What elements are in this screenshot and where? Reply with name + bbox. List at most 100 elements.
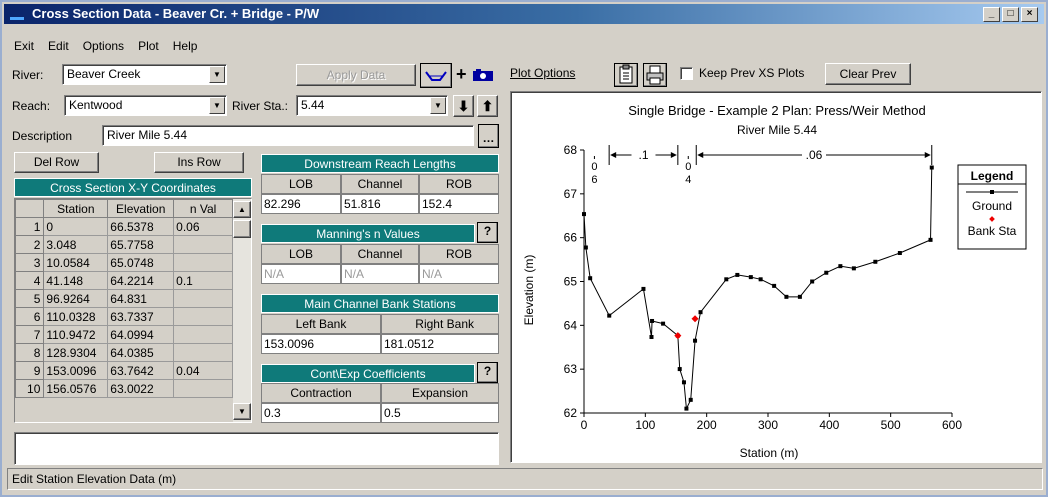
station-cell[interactable]: 3.048	[43, 235, 109, 254]
coeff-help-button[interactable]: ?	[477, 362, 498, 383]
copy-clipboard-icon[interactable]	[614, 63, 638, 87]
next-station-up-icon[interactable]: ⬆	[477, 95, 498, 117]
expansion-header: Expansion	[381, 383, 499, 403]
elevation-cell[interactable]: 64.0994	[107, 325, 175, 344]
scroll-down-icon[interactable]: ▼	[233, 403, 251, 420]
expansion-input[interactable]: 0.5	[381, 403, 499, 423]
nval-cell[interactable]: 0.06	[173, 217, 233, 236]
elevation-cell[interactable]: 65.0748	[107, 253, 175, 272]
ground-point	[810, 279, 815, 284]
nval-cell[interactable]	[173, 253, 233, 272]
elevation-cell[interactable]: 63.7642	[107, 361, 175, 380]
downstream-rob-input[interactable]: 152.4	[419, 194, 499, 214]
station-cell[interactable]: 110.9472	[43, 325, 109, 344]
station-cell[interactable]: 153.0096	[43, 361, 109, 380]
menu-edit[interactable]: Edit	[48, 39, 69, 53]
close-button[interactable]: ×	[1021, 7, 1038, 22]
description-more-button[interactable]: …	[478, 124, 499, 148]
nval-cell[interactable]: 0.1	[173, 271, 233, 290]
table-row: 8 128.9304 64.0385	[14, 343, 233, 362]
minimize-button[interactable]: _	[983, 7, 1000, 22]
y-tick-label: 64	[564, 318, 578, 332]
y-tick-label: 62	[564, 406, 578, 420]
elevation-cell[interactable]: 64.0385	[107, 343, 175, 362]
river-shape-icon[interactable]	[420, 63, 452, 88]
xs-table-scrollbar[interactable]: ▲ ▼	[233, 199, 251, 422]
del-row-button[interactable]: Del Row	[14, 152, 99, 173]
ground-point	[928, 237, 933, 242]
ground-point	[784, 294, 789, 299]
camera-icon[interactable]	[472, 68, 494, 82]
nval-cell[interactable]	[173, 235, 233, 254]
description-label: Description	[12, 129, 73, 143]
n-range-label: .1	[638, 148, 648, 162]
window-title: Cross Section Data - Beaver Cr. + Bridge…	[32, 6, 320, 21]
menu-help[interactable]: Help	[173, 39, 198, 53]
station-cell[interactable]: 41.148	[43, 271, 109, 290]
river-sta-select[interactable]: 5.44 ▼	[296, 95, 448, 116]
downstream-lob-input[interactable]: 82.296	[261, 194, 341, 214]
cross-section-plot[interactable]: Single Bridge - Example 2 Plan: Press/We…	[510, 91, 1042, 463]
river-value: Beaver Creek	[67, 67, 141, 81]
x-tick-label: 300	[758, 418, 778, 432]
contraction-input[interactable]: 0.3	[261, 403, 381, 423]
row-number: 10	[14, 379, 45, 398]
elevation-cell[interactable]: 63.0022	[107, 379, 175, 398]
elevation-cell[interactable]: 64.2214	[107, 271, 175, 290]
elevation-cell[interactable]: 64.831	[107, 289, 175, 308]
left-bank-input[interactable]: 153.0096	[261, 334, 381, 354]
scroll-up-icon[interactable]: ▲	[233, 201, 251, 218]
nval-cell[interactable]	[173, 379, 233, 398]
right-bank-input[interactable]: 181.0512	[381, 334, 499, 354]
nval-cell[interactable]	[173, 343, 233, 362]
reach-select[interactable]: Kentwood ▼	[64, 95, 227, 116]
next-station-down-icon[interactable]: ⬇	[453, 95, 474, 117]
keep-prev-checkbox[interactable]	[680, 67, 693, 80]
plot-options-link[interactable]: Plot Options	[510, 66, 575, 80]
elevation-cell[interactable]: 66.5378	[107, 217, 175, 236]
row-number: 9	[14, 361, 45, 380]
chevron-down-icon[interactable]: ▼	[209, 66, 225, 83]
station-cell[interactable]: 96.9264	[43, 289, 109, 308]
river-select[interactable]: Beaver Creek ▼	[62, 64, 227, 85]
menu-options[interactable]: Options	[83, 39, 124, 53]
mannings-channel-input[interactable]: N/A	[341, 264, 419, 284]
table-row: 4 41.148 64.2214 0.1	[14, 271, 233, 290]
station-cell[interactable]: 10.0584	[43, 253, 109, 272]
elevation-cell[interactable]: 63.7337	[107, 307, 175, 326]
scroll-thumb[interactable]	[233, 220, 251, 238]
annotations: 0604.1.06	[591, 145, 933, 186]
ins-row-button[interactable]: Ins Row	[154, 152, 244, 173]
elevation-cell[interactable]: 65.7758	[107, 235, 175, 254]
notes-textarea[interactable]	[14, 432, 499, 465]
mannings-help-button[interactable]: ?	[477, 222, 498, 243]
downstream-channel-input[interactable]: 51.816	[341, 194, 419, 214]
description-input[interactable]: River Mile 5.44	[102, 125, 474, 146]
nval-cell[interactable]: 0.04	[173, 361, 233, 380]
nval-cell[interactable]	[173, 325, 233, 344]
nval-cell[interactable]	[173, 289, 233, 308]
station-marker-label: 6	[591, 174, 597, 186]
title-bar[interactable]: Cross Section Data - Beaver Cr. + Bridge…	[4, 4, 1044, 24]
table-row: 2 3.048 65.7758	[14, 235, 233, 254]
station-cell[interactable]: 156.0576	[43, 379, 109, 398]
chevron-down-icon[interactable]: ▼	[430, 97, 446, 114]
menu-exit[interactable]: Exit	[14, 39, 34, 53]
mannings-rob-input[interactable]: N/A	[419, 264, 499, 284]
maximize-button[interactable]: □	[1002, 7, 1019, 22]
menu-plot[interactable]: Plot	[138, 39, 159, 53]
nval-cell[interactable]	[173, 307, 233, 326]
ground-point	[649, 335, 654, 340]
col-station: Station	[43, 199, 109, 218]
table-row: 1 0 66.5378 0.06	[14, 217, 233, 236]
station-cell[interactable]: 0	[43, 217, 109, 236]
print-icon[interactable]	[643, 63, 667, 87]
clear-prev-button[interactable]: Clear Prev	[825, 63, 911, 85]
station-cell[interactable]: 128.9304	[43, 343, 109, 362]
chevron-down-icon[interactable]: ▼	[209, 97, 225, 114]
ground-point	[748, 275, 753, 280]
apply-data-button[interactable]: Apply Data	[296, 64, 416, 86]
station-cell[interactable]: 110.0328	[43, 307, 109, 326]
mannings-lob-input[interactable]: N/A	[261, 264, 341, 284]
add-icon[interactable]: +	[456, 64, 470, 84]
